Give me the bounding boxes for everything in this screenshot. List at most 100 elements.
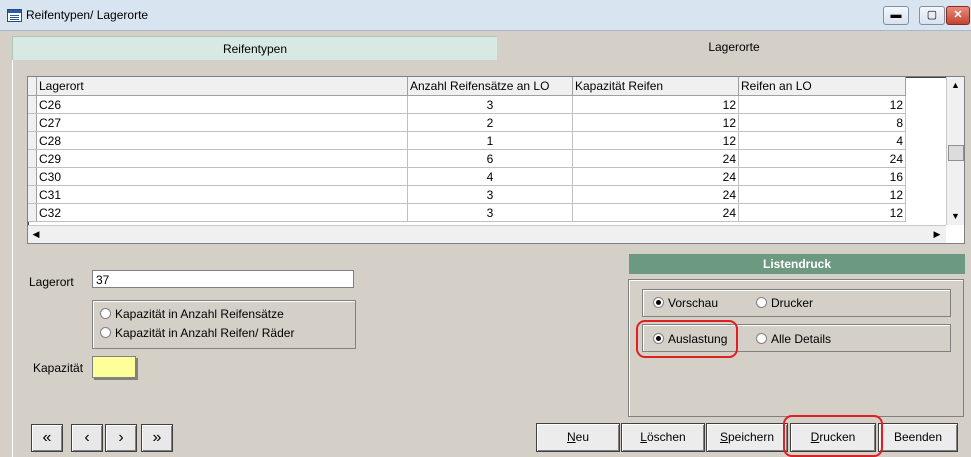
scroll-up-icon[interactable]: ▲ (947, 77, 964, 93)
horizontal-scrollbar[interactable]: ◀ ▶ (28, 225, 946, 243)
prev-record-button[interactable]: ‹ (71, 424, 103, 452)
cell-anzahl[interactable]: 6 (407, 149, 573, 168)
radio-label: Drucker (771, 296, 814, 310)
vertical-scrollbar[interactable]: ▲ ▼ (946, 77, 964, 225)
tab-lagerorte[interactable]: Lagerorte (497, 36, 971, 60)
cell-lagerort[interactable]: C27 (36, 113, 408, 132)
highlight-drucken-annotation (783, 415, 883, 457)
column-header-anzahl[interactable]: Anzahl Reifensätze an LO (407, 77, 573, 96)
button-label: peichern (727, 430, 775, 444)
radio-icon[interactable] (756, 333, 767, 344)
cell-anzahl[interactable]: 3 (407, 95, 573, 114)
row-selector[interactable] (28, 95, 37, 114)
radio-label: Vorschau (668, 296, 719, 310)
table-row[interactable]: C30 4 24 16 (28, 167, 906, 186)
column-header-reifen[interactable]: Reifen an LO (738, 77, 906, 96)
radio-icon[interactable] (100, 327, 111, 338)
cell-kapazitaet[interactable]: 24 (572, 149, 739, 168)
cell-reifen[interactable]: 8 (738, 113, 906, 132)
table-row[interactable]: C32 3 24 12 (28, 203, 906, 222)
radio-drucker[interactable]: Drucker (756, 296, 813, 310)
first-record-button[interactable]: « (31, 424, 63, 452)
radio-label: Kapazität in Anzahl Reifen/ Räder (115, 326, 295, 340)
table-row[interactable]: C26 3 12 12 (28, 95, 906, 114)
scroll-right-icon[interactable]: ▶ (929, 226, 945, 243)
cell-kapazitaet[interactable]: 12 (572, 131, 739, 150)
close-button[interactable]: ✕ (946, 6, 970, 25)
cell-reifen[interactable]: 12 (738, 185, 906, 204)
loeschen-button[interactable]: Löschen (621, 423, 705, 452)
table-row[interactable]: C29 6 24 24 (28, 149, 906, 168)
cell-reifen[interactable]: 4 (738, 131, 906, 150)
row-selector[interactable] (28, 167, 37, 186)
listendruck-header: Listendruck (629, 254, 965, 274)
radio-kapazitaet-reifensaetze[interactable]: Kapazität in Anzahl Reifensätze (100, 307, 284, 321)
table-row[interactable]: C27 2 12 8 (28, 113, 906, 132)
cell-anzahl[interactable]: 3 (407, 203, 573, 222)
title-bar: Reifentypen/ Lagerorte ▬ ▢ ✕ (0, 0, 971, 31)
cell-anzahl[interactable]: 3 (407, 185, 573, 204)
cell-kapazitaet[interactable]: 12 (572, 113, 739, 132)
accelerator-letter: L (640, 430, 647, 444)
row-selector[interactable] (28, 113, 37, 132)
radio-label: Alle Details (771, 332, 832, 346)
radio-vorschau[interactable]: Vorschau (653, 296, 718, 310)
radio-label: Kapazität in Anzahl Reifensätze (115, 307, 284, 321)
button-label: öschen (646, 430, 686, 444)
column-header-kapazitaet[interactable]: Kapazität Reifen (572, 77, 739, 96)
lagerort-input[interactable]: 37 (92, 270, 354, 288)
cell-reifen[interactable]: 24 (738, 149, 906, 168)
cell-anzahl[interactable]: 1 (407, 131, 573, 150)
radio-selected-icon[interactable] (653, 297, 664, 308)
cell-kapazitaet[interactable]: 24 (572, 185, 739, 204)
table-icon (7, 9, 22, 22)
scroll-thumb[interactable] (948, 145, 964, 161)
highlight-auslastung-annotation (636, 320, 738, 358)
cell-lagerort[interactable]: C29 (36, 149, 408, 168)
column-header-lagerort[interactable]: Lagerort (36, 77, 408, 96)
row-selector-header (28, 77, 37, 96)
accelerator-letter: N (566, 430, 576, 444)
neu-button[interactable]: Neu (536, 423, 620, 452)
cell-lagerort[interactable]: C32 (36, 203, 408, 222)
maximize-button[interactable]: ▢ (919, 6, 945, 25)
scroll-down-icon[interactable]: ▼ (947, 208, 964, 224)
cell-kapazitaet[interactable]: 24 (572, 167, 739, 186)
row-selector[interactable] (28, 203, 37, 222)
accelerator-letter: S (719, 430, 728, 444)
last-record-button[interactable]: » (141, 424, 173, 452)
grid-header-row: Lagerort Anzahl Reifensätze an LO Kapazi… (28, 77, 906, 96)
tab-reifentypen[interactable]: Reifentypen (12, 36, 498, 62)
window-title: Reifentypen/ Lagerorte (26, 8, 149, 22)
cell-lagerort[interactable]: C30 (36, 167, 408, 186)
kapazitaet-label: Kapazität (33, 361, 84, 375)
row-selector[interactable] (28, 149, 37, 168)
cell-reifen[interactable]: 12 (738, 95, 906, 114)
cell-lagerort[interactable]: C26 (36, 95, 408, 114)
kapazitaet-color-field[interactable] (92, 356, 136, 378)
button-label: eu (575, 430, 590, 444)
next-record-button[interactable]: › (105, 424, 137, 452)
table-row[interactable]: C31 3 24 12 (28, 185, 906, 204)
radio-icon[interactable] (100, 308, 111, 319)
row-selector[interactable] (28, 185, 37, 204)
cell-lagerort[interactable]: C31 (36, 185, 408, 204)
cell-kapazitaet[interactable]: 12 (572, 95, 739, 114)
scroll-left-icon[interactable]: ◀ (28, 226, 44, 243)
minimize-button[interactable]: ▬ (883, 6, 909, 25)
cell-reifen[interactable]: 12 (738, 203, 906, 222)
lagerorte-grid[interactable]: Lagerort Anzahl Reifensätze an LO Kapazi… (27, 76, 965, 244)
cell-anzahl[interactable]: 2 (407, 113, 573, 132)
cell-reifen[interactable]: 16 (738, 167, 906, 186)
table-row[interactable]: C28 1 12 4 (28, 131, 906, 150)
speichern-button[interactable]: Speichern (706, 423, 788, 452)
radio-icon[interactable] (756, 297, 767, 308)
cell-kapazitaet[interactable]: 24 (572, 203, 739, 222)
radio-kapazitaet-reifen[interactable]: Kapazität in Anzahl Reifen/ Räder (100, 326, 294, 340)
row-selector[interactable] (28, 131, 37, 150)
radio-alle-details[interactable]: Alle Details (756, 332, 831, 346)
cell-lagerort[interactable]: C28 (36, 131, 408, 150)
beenden-button[interactable]: Beenden (878, 423, 958, 452)
lagerort-label: Lagerort (29, 275, 74, 289)
cell-anzahl[interactable]: 4 (407, 167, 573, 186)
